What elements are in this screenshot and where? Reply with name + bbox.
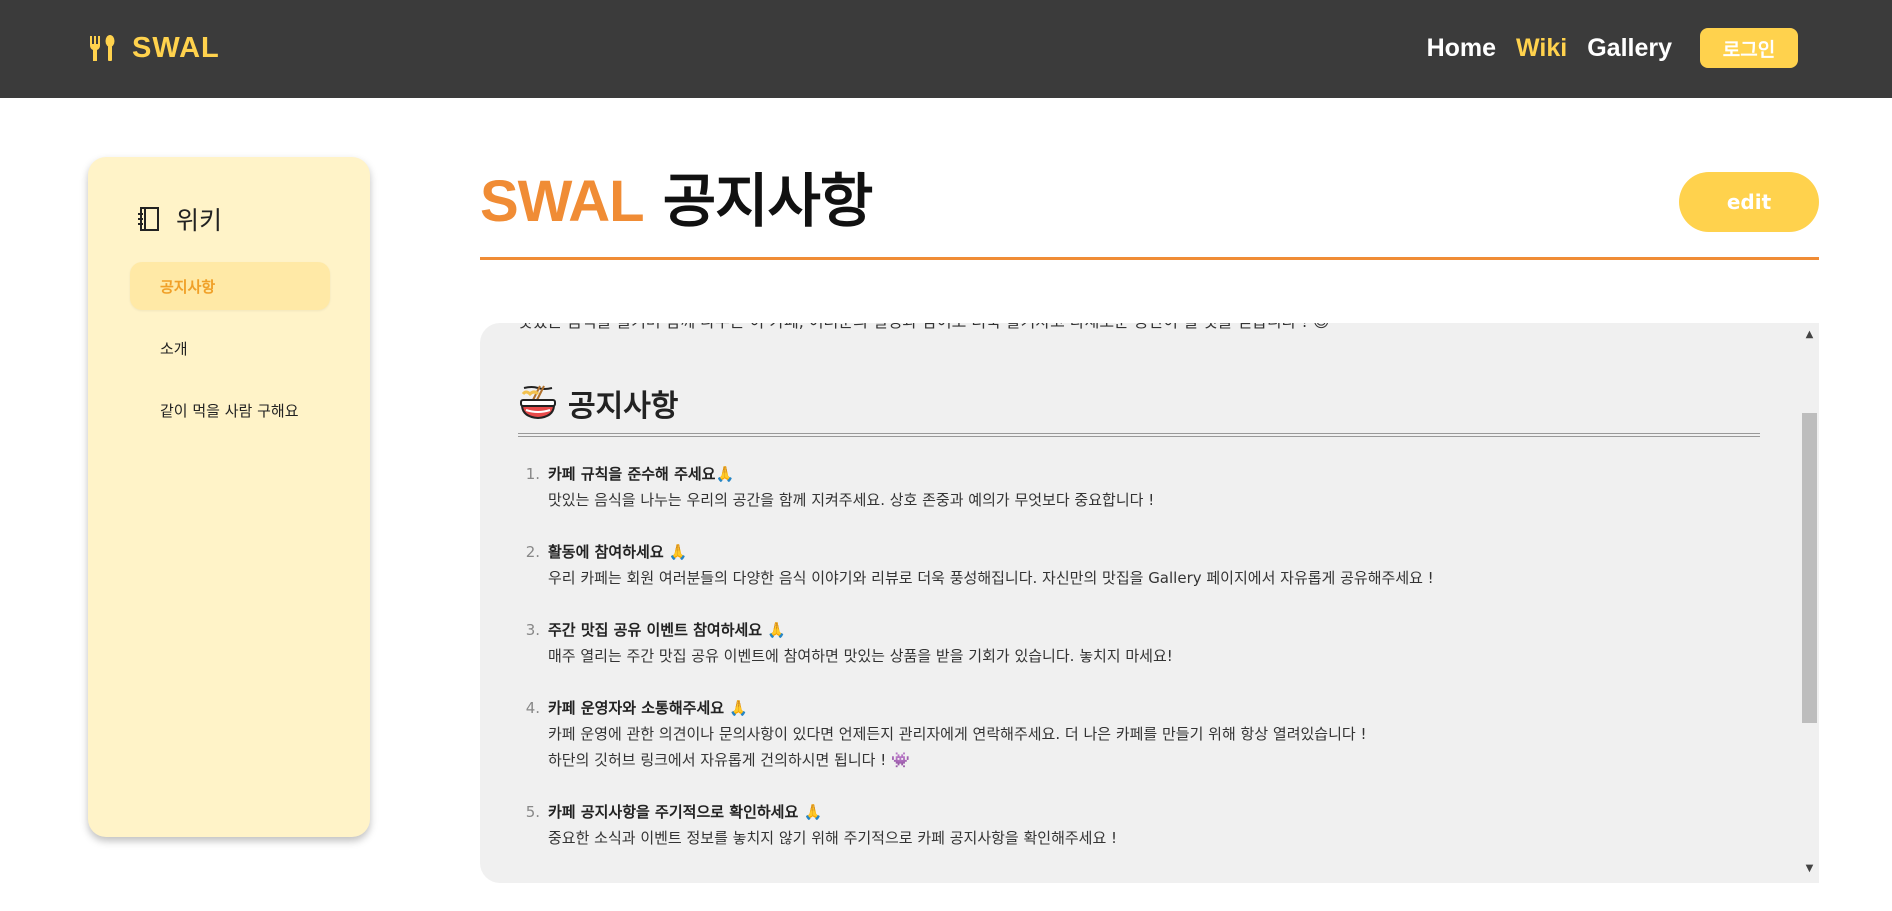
scroll-thumb[interactable]	[1802, 413, 1817, 723]
list-item: 2. 활동에 참여하세요 🙏 우리 카페는 회원 여러분들의 다양한 음식 이야…	[518, 539, 1768, 591]
sidebar-title: 위키	[176, 206, 223, 235]
noodle-bowl-icon	[520, 385, 556, 420]
title-divider	[480, 257, 1819, 260]
wiki-sidebar: 위키 공지사항 소개 같이 먹을 사람 구해요	[88, 157, 370, 837]
notice-description: 우리 카페는 회원 여러분들의 다양한 음식 이야기와 리뷰로 더욱 풍성해집니…	[548, 569, 1434, 587]
sidebar-header: 위키	[136, 201, 222, 237]
notice-description: 카페 운영에 관한 의견이나 문의사항이 있다면 언제든지 관리자에게 연락해주…	[548, 725, 1367, 743]
list-item: 5. 카페 공지사항을 주기적으로 확인하세요 🙏 중요한 소식과 이벤트 정보…	[518, 799, 1768, 851]
notice-list: 1. 카페 규칙을 준수해 주세요🙏 맛있는 음식을 나누는 우리의 공간을 함…	[518, 461, 1768, 851]
list-item: 3. 주간 맛집 공유 이벤트 참여하세요 🙏 매주 열리는 주간 맛집 공유 …	[518, 617, 1768, 669]
brand-logo[interactable]: SWAL	[88, 28, 220, 68]
list-number: 2.	[525, 543, 540, 561]
wiki-content-panel[interactable]: 맛있는 음식을 즐기며 함께 나누는 이 카페, 여러분의 열정과 참여로 더욱…	[480, 323, 1819, 883]
notice-title: 카페 운영자와 소통해주세요 🙏	[548, 699, 748, 717]
list-item: 1. 카페 규칙을 준수해 주세요🙏 맛있는 음식을 나누는 우리의 공간을 함…	[518, 461, 1768, 513]
brand-name: SWAL	[132, 31, 220, 64]
page-title-brand: SWAL	[480, 169, 645, 234]
section-heading: 공지사항	[518, 381, 1768, 425]
scroll-up-arrow-icon[interactable]: ▲	[1800, 329, 1819, 343]
notice-title: 활동에 참여하세요 🙏	[548, 543, 688, 561]
list-number: 5.	[525, 803, 540, 821]
book-index-icon	[138, 207, 159, 231]
notice-description: 매주 열리는 주간 맛집 공유 이벤트에 참여하면 맛있는 상품을 받을 기회가…	[548, 647, 1173, 665]
list-number: 3.	[525, 621, 540, 639]
notice-title: 카페 공지사항을 주기적으로 확인하세요 🙏	[548, 803, 823, 821]
notice-title: 카페 규칙을 준수해 주세요🙏	[548, 465, 735, 483]
nav-home[interactable]: Home	[1427, 34, 1496, 63]
notice-title: 주간 맛집 공유 이벤트 참여하세요 🙏	[548, 621, 786, 639]
edit-button[interactable]: edit	[1679, 172, 1819, 232]
scroll-down-arrow-icon[interactable]: ▼	[1800, 863, 1819, 877]
section-divider	[518, 433, 1760, 437]
list-number: 4.	[525, 699, 540, 717]
notice-description: 맛있는 음식을 나누는 우리의 공간을 함께 지켜주세요. 상호 존중과 예의가…	[548, 491, 1155, 509]
nav-gallery[interactable]: Gallery	[1587, 34, 1672, 63]
nav-wiki[interactable]: Wiki	[1516, 34, 1567, 63]
main-nav: Home Wiki Gallery	[1427, 28, 1672, 68]
top-navbar: SWAL Home Wiki Gallery 로그인	[0, 0, 1892, 98]
wiki-content: 맛있는 음식을 즐기며 함께 나누는 이 카페, 여러분의 열정과 참여로 더욱…	[518, 323, 1768, 877]
page-title: SWAL 공지사항	[480, 163, 873, 240]
notice-description: 중요한 소식과 이벤트 정보를 놓치지 않기 위해 주기적으로 카페 공지사항을…	[548, 829, 1118, 847]
sidebar-item-meal-buddy[interactable]: 같이 먹을 사람 구해요	[130, 386, 330, 434]
section-title: 공지사항	[568, 389, 679, 424]
page-title-text: 공지사항	[643, 167, 873, 235]
list-number: 1.	[525, 465, 540, 483]
intro-text: 맛있는 음식을 즐기며 함께 나누는 이 카페, 여러분의 열정과 참여로 더욱…	[518, 323, 1768, 333]
sidebar-item-notice[interactable]: 공지사항	[130, 262, 330, 310]
fork-spoon-icon	[90, 35, 115, 61]
notice-description: 하단의 깃허브 링크에서 자유롭게 건의하시면 됩니다 ! 👾	[548, 751, 910, 769]
list-item: 4. 카페 운영자와 소통해주세요 🙏 카페 운영에 관한 의견이나 문의사항이…	[518, 695, 1768, 773]
content-scrollbar[interactable]: ▲ ▼	[1800, 323, 1819, 883]
login-button[interactable]: 로그인	[1700, 28, 1798, 68]
sidebar-item-intro[interactable]: 소개	[130, 324, 330, 372]
